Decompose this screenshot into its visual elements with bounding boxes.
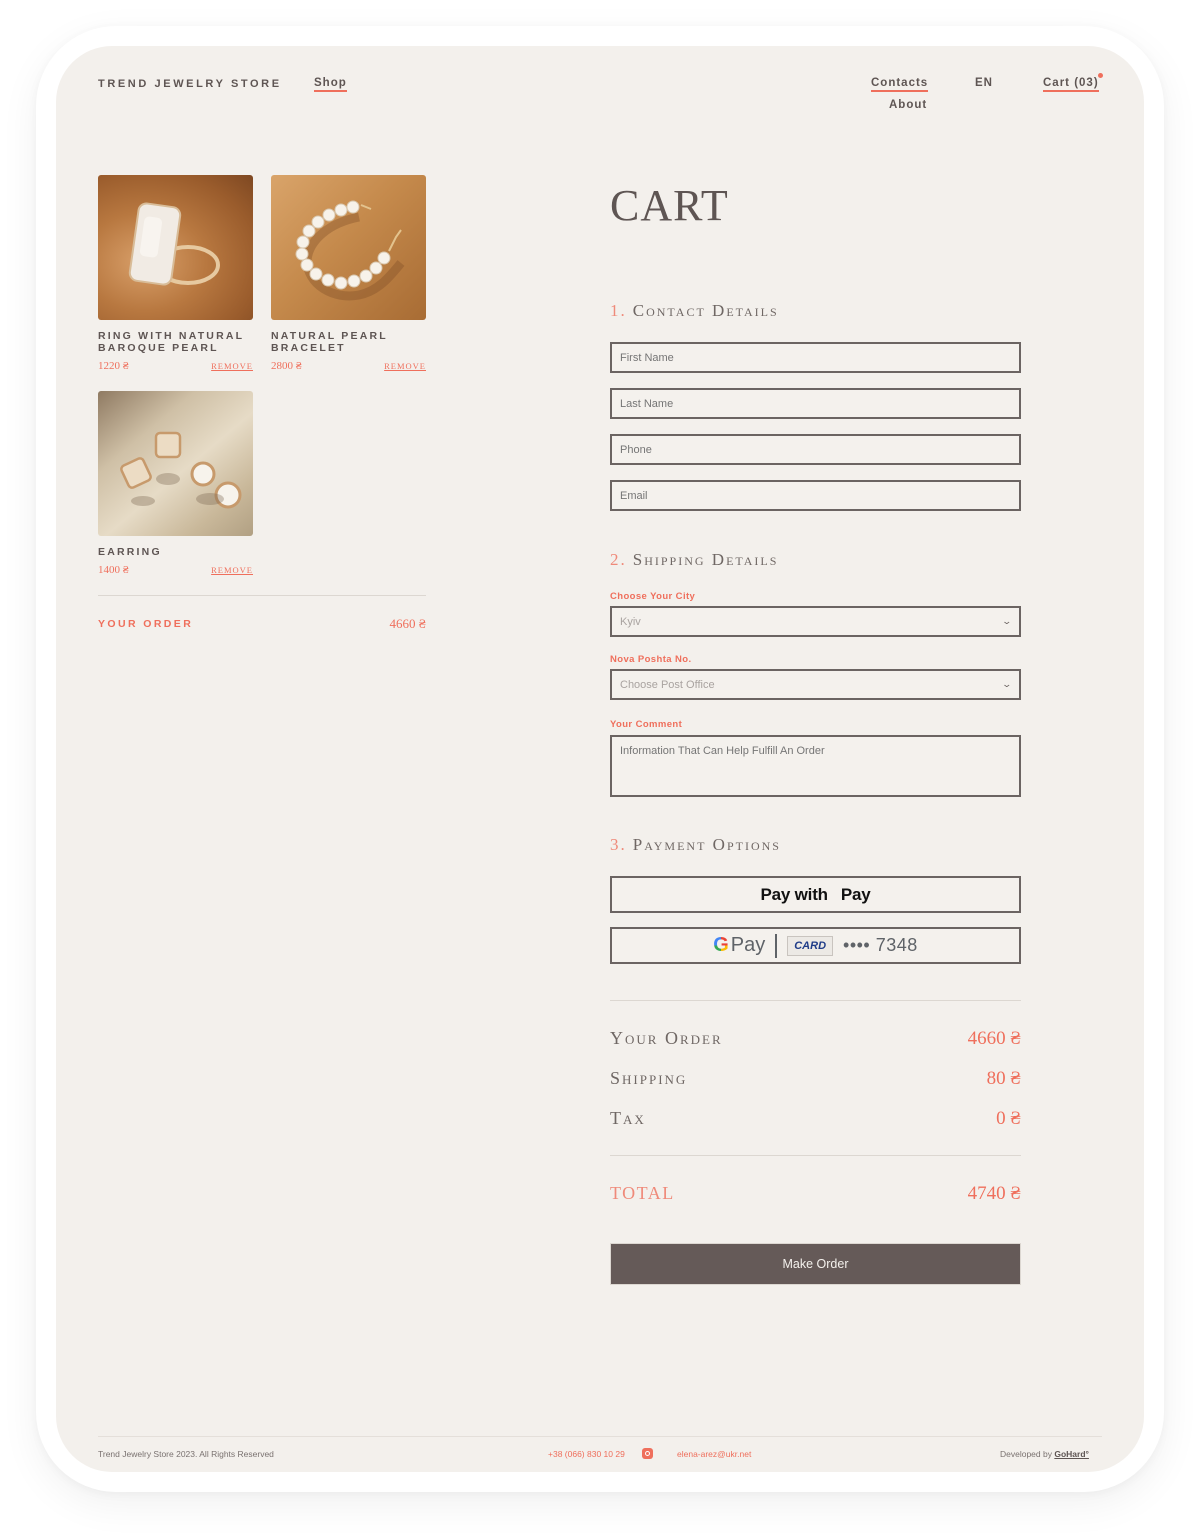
apple-pay-prefix: Pay with bbox=[760, 884, 828, 904]
google-pay-button[interactable]: G Pay CARD •••• 7348 bbox=[610, 927, 1021, 964]
language-switch[interactable]: EN bbox=[975, 77, 993, 89]
payment-options-heading: 3. Payment Options bbox=[610, 835, 781, 855]
nav-about[interactable]: About bbox=[889, 99, 927, 111]
comment-textarea[interactable] bbox=[610, 735, 1021, 797]
product-name: Ring with natural baroque pearl bbox=[98, 330, 245, 354]
cart-notification-dot bbox=[1098, 73, 1103, 78]
apple-pay-brand: Pay bbox=[840, 884, 871, 904]
contact-details-heading: 1. Contact Details bbox=[610, 301, 779, 321]
cart-item: Natural pearl bracelet 2800 ₴ Remove bbox=[271, 175, 426, 372]
pearl-bracelet-image[interactable] bbox=[271, 175, 426, 320]
remove-item-button[interactable]: Remove bbox=[384, 361, 426, 371]
post-office-selected-value: Choose Post Office bbox=[620, 678, 715, 691]
summary-shipping-value: 80 ₴ bbox=[986, 1068, 1021, 1089]
google-pay-brand: Pay bbox=[730, 934, 766, 956]
summary-tax-label: Tax bbox=[610, 1108, 646, 1128]
section-title: Shipping Details bbox=[632, 550, 779, 569]
product-price: 2800 ₴ bbox=[271, 360, 302, 372]
comment-label: Your Comment bbox=[610, 719, 683, 730]
shipping-details-heading: 2. Shipping Details bbox=[610, 550, 778, 570]
developed-by-label: Developed by bbox=[1000, 1449, 1052, 1459]
order-subtotal-value: 4660 ₴ bbox=[389, 616, 426, 631]
card-number: •••• 7348 bbox=[843, 935, 918, 955]
section-number: 2. bbox=[610, 550, 627, 569]
section-title: Contact Details bbox=[632, 301, 779, 320]
order-subtotal-label: YOUR ORDER bbox=[98, 618, 194, 630]
separator bbox=[775, 933, 778, 958]
remove-item-button[interactable]: Remove bbox=[211, 361, 253, 371]
footer-divider bbox=[98, 1436, 1102, 1437]
section-number: 3. bbox=[610, 835, 627, 854]
nav-contacts[interactable]: Contacts bbox=[871, 77, 929, 92]
pearl-ring-image[interactable] bbox=[98, 175, 253, 320]
footer-phone-link[interactable]: +38 (066) 830 10 29 bbox=[548, 1449, 625, 1459]
ring-illustration bbox=[128, 202, 220, 286]
section-number: 1. bbox=[610, 301, 627, 320]
cart-item: Ring with natural baroque pearl 1220 ₴ R… bbox=[98, 175, 253, 372]
apple-pay-button[interactable]: Pay with Pay bbox=[610, 876, 1021, 913]
cart-item: Earring 1400 ₴ Remove bbox=[98, 391, 253, 576]
summary-tax-value: 0 ₴ bbox=[996, 1108, 1021, 1129]
footer-email-link[interactable]: elena-arez@ukr.net bbox=[677, 1449, 751, 1459]
city-label: Choose Your City bbox=[610, 591, 696, 602]
divider bbox=[98, 595, 426, 596]
total-value: 4740 ₴ bbox=[967, 1183, 1021, 1204]
earrings-image[interactable] bbox=[98, 391, 253, 536]
phone-input[interactable] bbox=[610, 434, 1021, 465]
product-price: 1400 ₴ bbox=[98, 564, 129, 576]
section-title: Payment Options bbox=[632, 835, 781, 854]
instagram-icon[interactable] bbox=[642, 1448, 653, 1459]
city-select[interactable]: Kyiv ⌄ bbox=[610, 606, 1021, 637]
footer-copyright: Trend Jewelry Store 2023. All Rights Res… bbox=[98, 1449, 274, 1459]
earrings-illustration bbox=[120, 431, 242, 509]
divider bbox=[610, 1155, 1021, 1156]
last-name-input[interactable] bbox=[610, 388, 1021, 419]
google-logo-icon: G bbox=[713, 934, 729, 956]
developer-link[interactable]: GoHard° bbox=[1054, 1449, 1089, 1459]
email-input[interactable] bbox=[610, 480, 1021, 511]
product-name: Natural pearl bracelet bbox=[271, 330, 388, 354]
chevron-down-icon: ⌄ bbox=[1001, 616, 1013, 626]
page-title: CART bbox=[610, 181, 729, 230]
summary-order-label: Your Order bbox=[610, 1028, 723, 1048]
remove-item-button[interactable]: Remove bbox=[211, 565, 253, 575]
page-screen: TREND JEWELRY STORE Shop Contacts About … bbox=[56, 46, 1144, 1472]
post-office-label: Nova Poshta No. bbox=[610, 654, 692, 665]
product-name: Earring bbox=[98, 546, 162, 558]
nav-cart[interactable]: Cart (03) bbox=[1043, 77, 1099, 92]
first-name-input[interactable] bbox=[610, 342, 1021, 373]
make-order-button[interactable]: Make Order bbox=[610, 1243, 1021, 1285]
divider bbox=[610, 1000, 1021, 1001]
summary-order-value: 4660 ₴ bbox=[967, 1028, 1021, 1049]
bracelet-illustration bbox=[295, 200, 405, 301]
city-selected-value: Kyiv bbox=[620, 615, 641, 628]
footer-developer: Developed by GoHard° bbox=[1000, 1449, 1089, 1459]
nav-shop[interactable]: Shop bbox=[314, 77, 347, 92]
summary-shipping-label: Shipping bbox=[610, 1068, 688, 1088]
product-price: 1220 ₴ bbox=[98, 360, 129, 372]
post-office-select[interactable]: Choose Post Office ⌄ bbox=[610, 669, 1021, 700]
chevron-down-icon: ⌄ bbox=[1001, 679, 1013, 689]
card-icon: CARD bbox=[787, 935, 834, 956]
store-logo[interactable]: TREND JEWELRY STORE bbox=[98, 78, 282, 90]
total-label: TOTAL bbox=[610, 1183, 675, 1203]
